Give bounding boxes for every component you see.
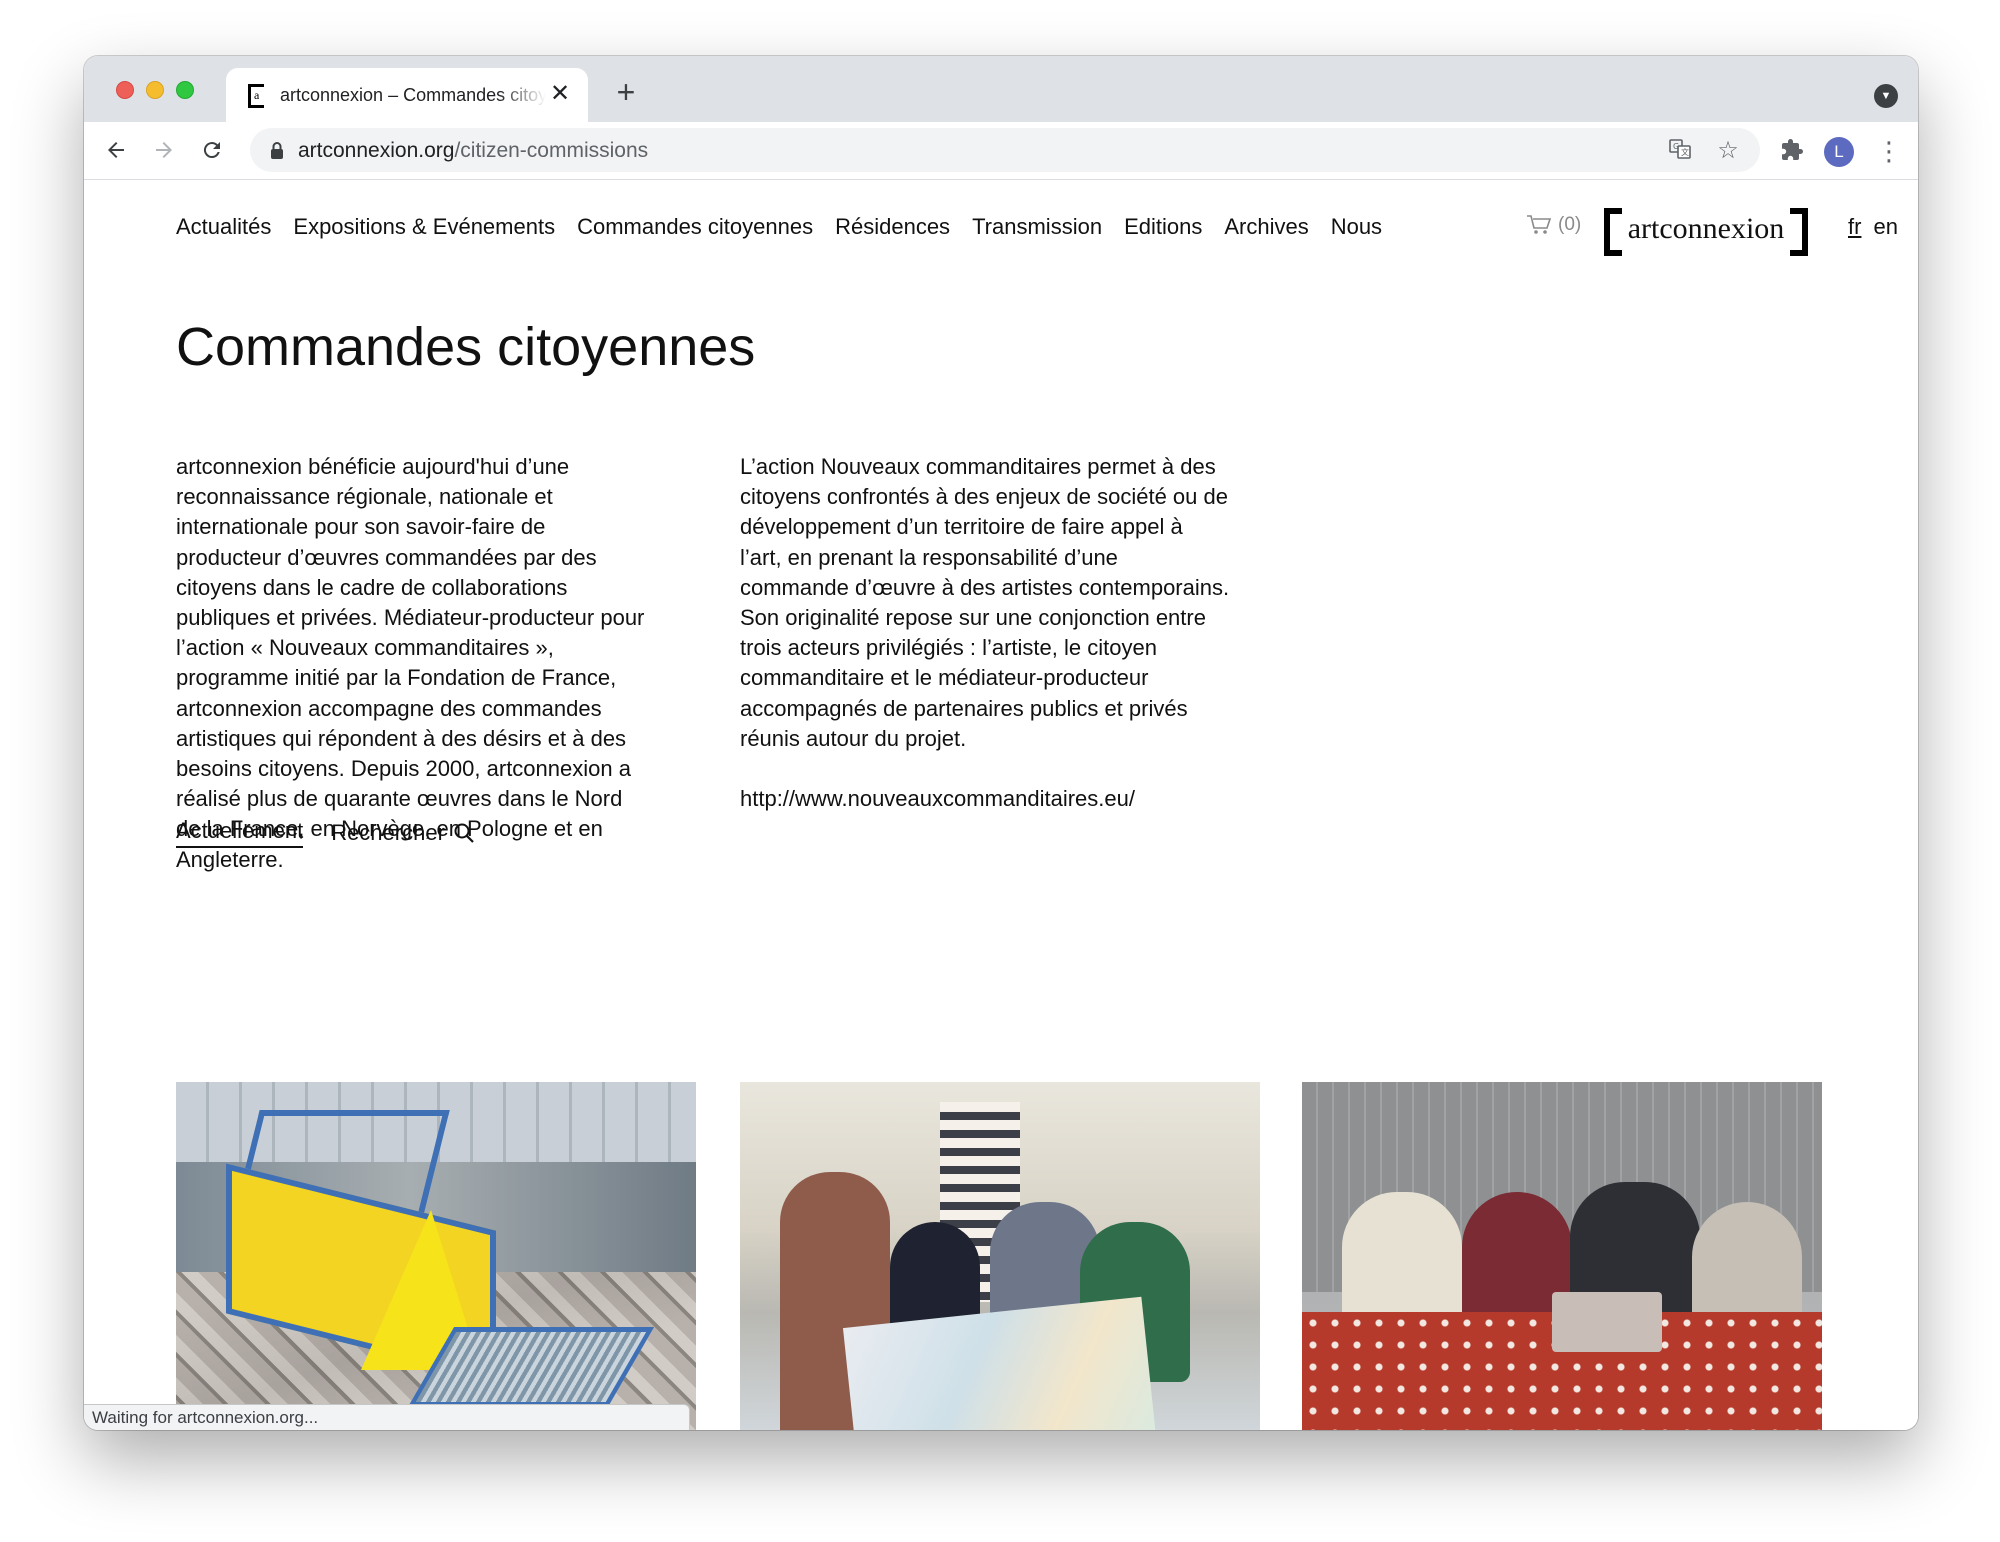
maximize-window-button[interactable] <box>176 81 194 99</box>
nav-item-commandes[interactable]: Commandes citoyennes <box>577 214 813 240</box>
address-bar[interactable]: artconnexion.org/citizen-commissions G文 … <box>250 128 1760 172</box>
profile-avatar[interactable]: L <box>1824 137 1854 167</box>
star-icon[interactable]: ☆ <box>1714 137 1742 165</box>
svg-text:G: G <box>1673 142 1679 151</box>
reload-icon <box>203 142 220 159</box>
nav-item-editions[interactable]: Editions <box>1124 214 1202 240</box>
nav-item-transmission[interactable]: Transmission <box>972 214 1102 240</box>
url-path: /citizen-commissions <box>454 139 649 162</box>
reload-button[interactable] <box>194 132 230 168</box>
browser-toolbar: artconnexion.org/citizen-commissions G文 … <box>84 122 1918 180</box>
page-content: Actualités Expositions & Evénements Comm… <box>84 180 1918 1430</box>
site-navigation: Actualités Expositions & Evénements Comm… <box>176 214 1382 240</box>
nav-item-residences[interactable]: Résidences <box>835 214 950 240</box>
back-button[interactable] <box>98 132 134 168</box>
intro-left-text: artconnexion bénéficie aujourd'hui d’une… <box>176 454 645 872</box>
new-tab-button[interactable]: + <box>608 74 644 110</box>
intro-column-right: L’action Nouveaux commanditaires permet … <box>740 452 1230 814</box>
language-switcher: fr en <box>1848 214 1898 240</box>
tab-close-button[interactable]: ✕ <box>546 80 574 108</box>
forward-button[interactable] <box>146 132 182 168</box>
nouveaux-commanditaires-link[interactable]: http://www.nouveauxcommanditaires.eu/ <box>740 784 1230 814</box>
lock-icon <box>271 142 283 159</box>
cart-count: (0) <box>1558 214 1582 235</box>
more-vert-icon[interactable]: ⋮ <box>1876 136 1902 166</box>
nav-item-archives[interactable]: Archives <box>1224 214 1308 240</box>
filter-current-tab[interactable]: Actuellement <box>176 818 304 848</box>
arrow-right-icon <box>156 142 172 158</box>
project-image-2[interactable] <box>740 1082 1260 1430</box>
translate-icon[interactable]: G文 <box>1666 137 1694 165</box>
browser-window: a artconnexion – Commandes citoyennes ✕ … <box>84 56 1918 1430</box>
filter-bar: Actuellement Rechercher <box>176 818 475 848</box>
lang-fr-link[interactable]: fr <box>1848 214 1861 240</box>
intro-right-text: L’action Nouveaux commanditaires permet … <box>740 454 1230 751</box>
site-logo[interactable]: artconnexion <box>1604 208 1808 256</box>
nav-item-nous[interactable]: Nous <box>1331 214 1382 240</box>
nav-item-actualites[interactable]: Actualités <box>176 214 271 240</box>
tab-search-button[interactable]: ▼ <box>1874 84 1898 108</box>
minimize-window-button[interactable] <box>146 81 164 99</box>
project-image-3[interactable] <box>1302 1082 1822 1430</box>
cart-icon <box>1527 215 1552 234</box>
nav-item-expositions[interactable]: Expositions & Evénements <box>293 214 555 240</box>
page-title: Commandes citoyennes <box>176 317 756 377</box>
status-bar: Waiting for artconnexion.org... <box>84 1404 690 1430</box>
search-icon <box>454 823 474 843</box>
intro-column-left: artconnexion bénéficie aujourd'hui d’une… <box>176 452 646 875</box>
url-domain: artconnexion.org <box>298 139 455 162</box>
url-text[interactable]: artconnexion.org/citizen-commissions <box>298 139 648 163</box>
tab-strip: a artconnexion – Commandes citoyennes ✕ … <box>84 56 1918 122</box>
arrow-left-icon <box>108 142 124 158</box>
tab-title: artconnexion – Commandes citoyennes <box>280 85 546 105</box>
project-image-1[interactable] <box>176 1082 696 1430</box>
puzzle-icon[interactable] <box>1778 138 1806 166</box>
logo-text: artconnexion <box>1627 212 1785 245</box>
favicon-icon: a <box>248 84 264 108</box>
cart-link[interactable]: (0) <box>1526 214 1581 236</box>
close-window-button[interactable] <box>116 81 134 99</box>
svg-text:文: 文 <box>1681 147 1689 157</box>
filter-search-label: Rechercher <box>331 820 445 845</box>
browser-tab-active[interactable]: a artconnexion – Commandes citoyennes ✕ <box>226 68 588 122</box>
lang-en-link[interactable]: en <box>1873 214 1897 240</box>
filter-search-tab[interactable]: Rechercher <box>331 820 475 846</box>
